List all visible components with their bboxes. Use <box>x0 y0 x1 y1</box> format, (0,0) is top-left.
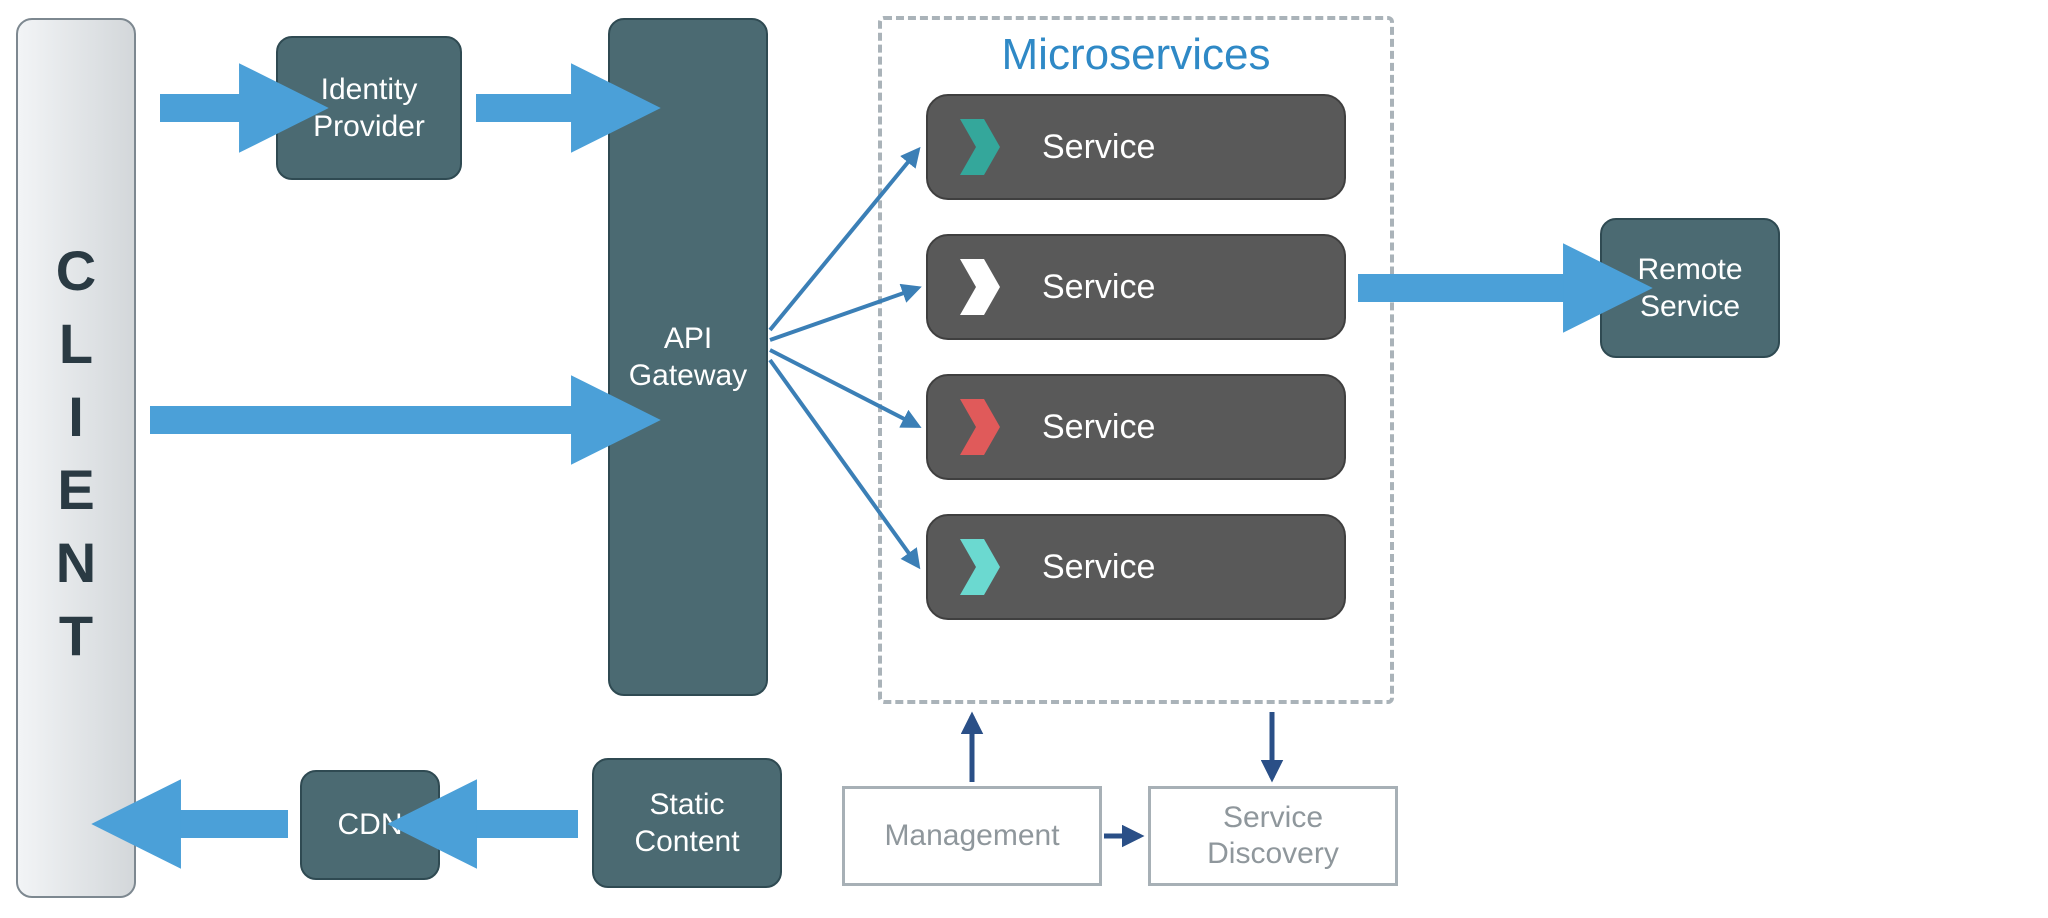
chevron-icon <box>958 117 1002 177</box>
remote-service-box: Remote Service <box>1600 218 1780 358</box>
service-discovery-box: Service Discovery <box>1148 786 1398 886</box>
client-box: CLIENT <box>16 18 136 898</box>
diagram-root: CLIENT Identity Provider API Gateway CDN… <box>0 0 2048 918</box>
microservices-title-text: Microservices <box>1002 30 1271 79</box>
chevron-icon <box>958 397 1002 457</box>
service-discovery-label: Service Discovery <box>1207 800 1339 872</box>
remote-service-label: Remote Service <box>1637 251 1742 326</box>
service-label: Service <box>1042 128 1155 167</box>
chevron-icon <box>958 537 1002 597</box>
service-box-3: Service <box>926 374 1346 480</box>
cdn-box: CDN <box>300 770 440 880</box>
chevron-icon <box>958 257 1002 317</box>
identity-provider-label: Identity Provider <box>313 71 425 146</box>
management-box: Management <box>842 786 1102 886</box>
cdn-label: CDN <box>338 806 403 844</box>
service-label: Service <box>1042 268 1155 307</box>
api-gateway-label: API Gateway <box>629 320 747 395</box>
microservices-title: Microservices <box>878 30 1394 80</box>
static-content-label: Static Content <box>634 786 739 861</box>
management-label: Management <box>884 818 1059 854</box>
service-box-4: Service <box>926 514 1346 620</box>
service-box-1: Service <box>926 94 1346 200</box>
service-box-2: Service <box>926 234 1346 340</box>
client-label: CLIENT <box>44 239 109 677</box>
api-gateway-box: API Gateway <box>608 18 768 696</box>
identity-provider-box: Identity Provider <box>276 36 462 180</box>
service-label: Service <box>1042 408 1155 447</box>
service-label: Service <box>1042 548 1155 587</box>
static-content-box: Static Content <box>592 758 782 888</box>
